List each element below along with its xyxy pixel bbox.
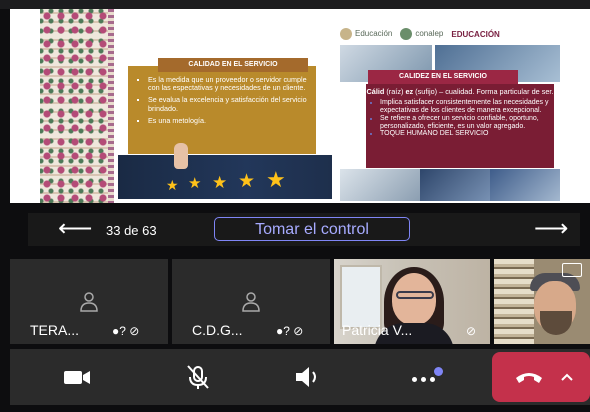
slide-photo <box>420 169 490 201</box>
rating-stars-image: ★ ★ ★ ★ ★ <box>118 143 332 199</box>
calidad-list: Es la medida que un proveedor o servidor… <box>128 66 316 125</box>
star-icon: ★ <box>212 173 228 192</box>
participant-tile[interactable]: TERA... ●? ⊘ <box>10 259 168 344</box>
background-window <box>340 265 382 329</box>
slide-photo <box>490 169 560 201</box>
participant-name: C.D.G... <box>192 322 243 338</box>
mic-off-icon: ⊘ <box>293 324 304 338</box>
speaker-icon[interactable] <box>293 363 323 391</box>
calidez-title: CALIDEZ EN EL SERVICIO <box>368 70 518 84</box>
participant-video-tile[interactable]: Patricia V... ⊘ <box>334 259 490 344</box>
status-icons: ●? ⊘ <box>276 324 303 338</box>
star-icon: ★ <box>166 177 179 193</box>
star-icon: ★ <box>188 175 202 192</box>
calidad-box: CALIDAD EN EL SERVICIO Es la medida que … <box>128 58 316 154</box>
list-item: Se refiere a ofrecer un servicio confiab… <box>380 115 550 131</box>
hand-icon <box>174 143 188 169</box>
floral-border-decoration <box>40 9 114 203</box>
take-control-button[interactable]: Tomar el control <box>214 217 410 241</box>
mic-off-icon[interactable] <box>183 363 213 391</box>
calidad-title: CALIDAD EN EL SERVICIO <box>158 58 308 72</box>
star-icon: ★ <box>266 167 286 192</box>
participant-video-tile[interactable] <box>494 259 590 344</box>
slide-photo <box>340 169 420 201</box>
list-item: Es una metología. <box>148 116 308 125</box>
calidez-definition: Cálid (raíz) ez (sufijo) – cualidad. For… <box>366 87 554 96</box>
mic-off-icon: ⊘ <box>466 324 477 338</box>
camera-icon[interactable] <box>62 363 92 391</box>
arrow-right-icon[interactable]: ⟶ <box>534 217 568 241</box>
shared-slide: Educación conalep EDUCACIÓN CALIDAD EN E… <box>10 9 590 203</box>
star-icon: ★ <box>238 171 256 192</box>
list-item: Es la medida que un proveedor o servidor… <box>148 75 308 92</box>
logo-educacion-sep: EDUCACIÓN <box>451 29 500 39</box>
call-controls-bar <box>10 349 590 405</box>
participant-name: TERA... <box>30 322 80 338</box>
calidez-box: CALIDEZ EN EL SERVICIO Cálid (raíz) ez (… <box>366 70 554 168</box>
participant-video <box>392 273 436 325</box>
slide-counter: 33 de 63 <box>106 223 157 238</box>
participant-name: Patricia V... <box>342 322 413 338</box>
hang-up-button[interactable] <box>492 352 590 402</box>
mic-off-icon: ⊘ <box>129 324 140 338</box>
logo-conalep: conalep <box>400 28 443 40</box>
chevron-up-icon[interactable] <box>560 372 574 382</box>
participant-tile[interactable]: C.D.G... ●? ⊘ <box>172 259 330 344</box>
list-item: Implica satisfacer consistentemente las … <box>380 99 550 115</box>
unknown-icon: ●? <box>276 324 290 338</box>
list-item: TOQUE HUMANO DEL SERVICIO <box>380 130 550 138</box>
logo-bar: Educación conalep EDUCACIÓN <box>340 25 500 43</box>
status-icons: ●? ⊘ <box>112 324 139 338</box>
logo-educacion: Educación <box>340 28 392 40</box>
list-item: Se evalua la excelencia y satisfacción d… <box>148 96 308 113</box>
bookshelf-background <box>494 259 534 344</box>
person-icon <box>242 292 260 312</box>
top-status-strip <box>0 0 590 9</box>
unknown-icon: ●? <box>112 324 126 338</box>
camera-switch-icon[interactable] <box>562 263 582 277</box>
arrow-left-icon[interactable]: ⟵ <box>58 217 92 241</box>
more-icon[interactable] <box>410 363 443 391</box>
presentation-nav-bar: ⟵ 33 de 63 Tomar el control ⟶ <box>28 213 580 246</box>
hang-up-icon <box>516 373 542 383</box>
calidez-list: Implica satisfacer consistentemente las … <box>366 99 554 138</box>
person-icon <box>80 292 98 312</box>
